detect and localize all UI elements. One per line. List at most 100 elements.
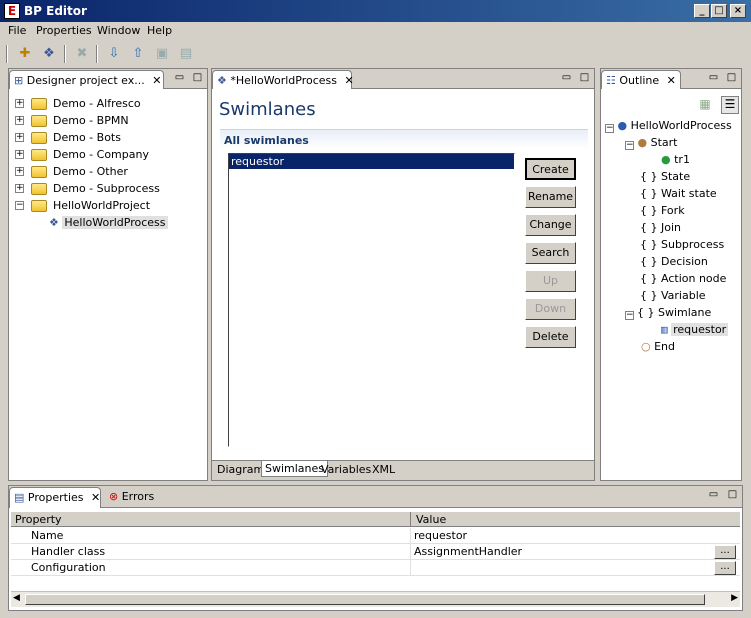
table-row[interactable]: Handler class AssignmentHandler... [11, 544, 740, 560]
close-button[interactable]: × [730, 4, 746, 18]
tree-item[interactable]: + Demo - Company [13, 146, 193, 163]
collapse-icon[interactable]: − [625, 311, 634, 320]
process-icon: ❖ [217, 74, 227, 87]
close-icon[interactable]: ✕ [667, 74, 676, 87]
tree-item[interactable]: − HelloWorldProject [13, 197, 193, 214]
minimize-view-icon[interactable]: ▭ [174, 72, 185, 83]
tab-variables[interactable]: Variables [318, 462, 374, 477]
close-icon[interactable]: ✕ [152, 74, 161, 87]
scrollbar-thumb[interactable] [25, 594, 705, 605]
import-icon[interactable]: ⇩ [104, 44, 124, 64]
minimize-view-icon[interactable]: ▭ [708, 72, 719, 83]
braces-icon: { } [637, 306, 655, 319]
tree-item[interactable]: + Demo - Alfresco [13, 95, 193, 112]
outline-group[interactable]: { } Action node [625, 270, 726, 287]
explorer-icon: ⊞ [14, 74, 24, 87]
create-button[interactable]: Create [525, 158, 576, 180]
tab-diagram[interactable]: Diagram [214, 462, 267, 477]
outline-group[interactable]: { } Decision [625, 253, 708, 270]
down-button[interactable]: Down [525, 298, 576, 320]
outline-group[interactable]: { } Fork [625, 202, 685, 219]
rename-button[interactable]: Rename [525, 186, 576, 208]
table-row[interactable]: Name requestor [11, 528, 740, 544]
expand-icon[interactable]: + [15, 184, 24, 193]
tab-xml[interactable]: XML [369, 462, 398, 477]
menu-help[interactable]: Help [147, 24, 172, 37]
outline-group[interactable]: { } Wait state [625, 185, 717, 202]
maximize-view-icon[interactable]: □ [727, 489, 738, 500]
outline-icon: ☷ [606, 74, 616, 87]
outline-group[interactable]: −{ } Swimlane [625, 304, 711, 321]
property-value[interactable]: requestor [414, 528, 467, 544]
tree-item-process[interactable]: ❖ HelloWorldProcess [49, 214, 168, 231]
save-icon[interactable]: ▣ [152, 44, 172, 64]
minimize-view-icon[interactable]: ▭ [708, 489, 719, 500]
collapse-icon[interactable]: − [625, 141, 634, 150]
ellipsis-button[interactable]: ... [714, 545, 736, 559]
braces-icon: { } [640, 170, 658, 183]
maximize-view-icon[interactable]: □ [579, 72, 590, 83]
expand-icon[interactable]: + [15, 150, 24, 159]
expand-icon[interactable]: + [15, 116, 24, 125]
outline-group[interactable]: { } Subprocess [625, 236, 724, 253]
tab-helloworldprocess[interactable]: ❖ *HelloWorldProcess ✕ [212, 70, 354, 89]
up-button[interactable]: Up [525, 270, 576, 292]
column-header-value: Value [416, 513, 447, 526]
horizontal-scrollbar[interactable]: ◀ ▶ [11, 591, 740, 607]
folder-icon [31, 149, 47, 161]
collapse-icon[interactable]: − [15, 201, 24, 210]
new-process-icon[interactable]: ❖ [39, 44, 59, 64]
maximize-button[interactable]: □ [711, 4, 727, 18]
close-icon[interactable]: ✕ [91, 491, 100, 504]
expand-icon[interactable]: + [15, 167, 24, 176]
scroll-right-icon[interactable]: ▶ [731, 593, 738, 603]
outline-group[interactable]: { } Variable [625, 287, 706, 304]
properties-panel: ▤ Properties ✕ ⊗ Errors ▭ □ Property Val… [8, 485, 743, 611]
ellipsis-button[interactable]: ... [714, 561, 736, 575]
export-icon[interactable]: ⇧ [128, 44, 148, 64]
menu-file[interactable]: File [8, 24, 26, 37]
list-item[interactable]: requestor [229, 154, 514, 169]
properties-header: Property Value [11, 512, 740, 527]
expand-icon[interactable]: + [15, 99, 24, 108]
tree-item[interactable]: + Demo - Subprocess [13, 180, 193, 197]
change-button[interactable]: Change [525, 214, 576, 236]
minimize-button[interactable]: _ [694, 4, 710, 18]
outline-tree-icon[interactable]: ☰ [721, 96, 739, 114]
outline-panel: ☷ Outline ✕ ▭ □ ▦ ☰ − ● HelloWorldProces… [600, 68, 742, 481]
braces-icon: { } [640, 187, 658, 200]
outline-start[interactable]: − ● Start [625, 134, 677, 151]
outline-swimlane-child[interactable]: ▥ requestor [661, 321, 729, 338]
property-value[interactable]: AssignmentHandler [414, 544, 522, 560]
outline-end[interactable]: ○ End [641, 338, 675, 355]
tab-errors[interactable]: ⊗ Errors [109, 490, 154, 503]
maximize-view-icon[interactable]: □ [192, 72, 203, 83]
outline-root[interactable]: − ● HelloWorldProcess [605, 117, 732, 134]
tree-item[interactable]: + Demo - Bots [13, 129, 193, 146]
menu-properties[interactable]: Properties [36, 24, 92, 37]
outline-transition[interactable]: ● tr1 [661, 151, 690, 168]
new-icon[interactable]: ✚ [15, 44, 35, 64]
outline-group[interactable]: { } State [625, 168, 690, 185]
tree-item[interactable]: + Demo - Other [13, 163, 193, 180]
save-all-icon[interactable]: ▤ [176, 44, 196, 64]
delete-icon[interactable]: ✖ [72, 44, 92, 64]
outline-layout-icon[interactable]: ▦ [697, 97, 713, 113]
collapse-icon[interactable]: − [605, 124, 614, 133]
scroll-left-icon[interactable]: ◀ [13, 593, 20, 603]
delete-button[interactable]: Delete [525, 326, 576, 348]
tree-item[interactable]: + Demo - BPMN [13, 112, 193, 129]
expand-icon[interactable]: + [15, 133, 24, 142]
close-icon[interactable]: ✕ [345, 74, 354, 87]
outline-item-label: HelloWorldProcess [630, 119, 732, 132]
maximize-view-icon[interactable]: □ [726, 72, 737, 83]
menu-window[interactable]: Window [97, 24, 140, 37]
tab-outline[interactable]: ☷ Outline ✕ [601, 70, 681, 89]
minimize-view-icon[interactable]: ▭ [561, 72, 572, 83]
tab-explorer[interactable]: ⊞ Designer project ex... ✕ [9, 70, 164, 89]
outline-group[interactable]: { } Join [625, 219, 681, 236]
tab-properties[interactable]: ▤ Properties ✕ [9, 487, 101, 508]
table-row[interactable]: Configuration... [11, 560, 740, 576]
swimlane-list[interactable]: requestor [228, 153, 515, 447]
search-button[interactable]: Search [525, 242, 576, 264]
